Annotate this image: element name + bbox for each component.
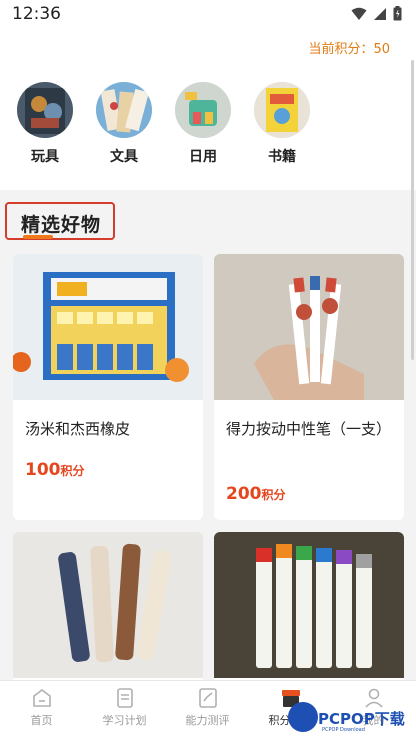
status-bar: 12:36 xyxy=(0,0,416,30)
nav-label: 首页 xyxy=(30,714,53,727)
watermark-text: PCPOP下载 xyxy=(318,710,405,728)
status-time: 12:36 xyxy=(12,4,61,24)
status-icons xyxy=(351,6,402,21)
daily-goods-image xyxy=(175,82,231,138)
watermark-logo-icon xyxy=(288,702,318,732)
category-daily[interactable]: 日用 xyxy=(168,82,238,166)
price-unit: 积分 xyxy=(261,488,286,502)
home-icon xyxy=(32,689,51,707)
product-price: 100积分 xyxy=(25,460,85,480)
product-image xyxy=(13,532,203,678)
category-toys[interactable]: 玩具 xyxy=(10,82,80,166)
category-label: 日用 xyxy=(189,149,217,165)
nav-study-plan[interactable]: 学习计划 xyxy=(83,687,166,728)
price-value: 200 xyxy=(226,484,262,504)
category-stationery[interactable]: 文具 xyxy=(89,82,159,166)
wifi-icon xyxy=(351,7,367,20)
price-value: 100 xyxy=(25,460,61,480)
nav-home[interactable]: 首页 xyxy=(0,687,83,728)
category-label: 玩具 xyxy=(31,149,59,165)
assessment-icon xyxy=(198,688,217,708)
category-books[interactable]: 书籍 xyxy=(247,82,317,166)
document-icon xyxy=(116,688,133,708)
section-title-box: 精选好物 xyxy=(5,202,115,240)
section-underline xyxy=(23,235,53,239)
signal-icon xyxy=(374,7,386,20)
product-price: 200积分 xyxy=(226,484,286,504)
nav-assessment[interactable]: 能力测评 xyxy=(166,687,249,728)
product-image xyxy=(214,532,404,678)
stationery-image xyxy=(96,82,152,138)
battery-icon xyxy=(393,6,402,21)
watermark: PCPOP下载 PCPOP Download xyxy=(288,702,416,736)
current-points: 当前积分：50 xyxy=(308,42,390,57)
nav-label: 能力测评 xyxy=(185,714,230,727)
nav-label: 学习计划 xyxy=(102,714,147,727)
product-name: 得力按动中性笔（一支） xyxy=(226,420,392,438)
product-name: 汤米和杰西橡皮 xyxy=(25,420,131,438)
toy-image xyxy=(17,82,73,138)
product-card-eraser[interactable]: 汤米和杰西橡皮 100积分 xyxy=(13,254,203,520)
watermark-subtext: PCPOP Download xyxy=(322,727,365,733)
product-image xyxy=(13,254,203,400)
price-unit: 积分 xyxy=(60,464,85,478)
header-area: 当前积分：50 玩具 文具 日用 书籍 xyxy=(0,30,416,190)
category-label: 文具 xyxy=(110,149,138,165)
product-card-pen[interactable]: 得力按动中性笔（一支） 200积分 xyxy=(214,254,404,520)
scrollbar[interactable] xyxy=(411,60,414,360)
books-image xyxy=(254,82,310,138)
product-image xyxy=(214,254,404,400)
section-title: 精选好物 xyxy=(21,214,102,236)
category-label: 书籍 xyxy=(268,149,296,165)
